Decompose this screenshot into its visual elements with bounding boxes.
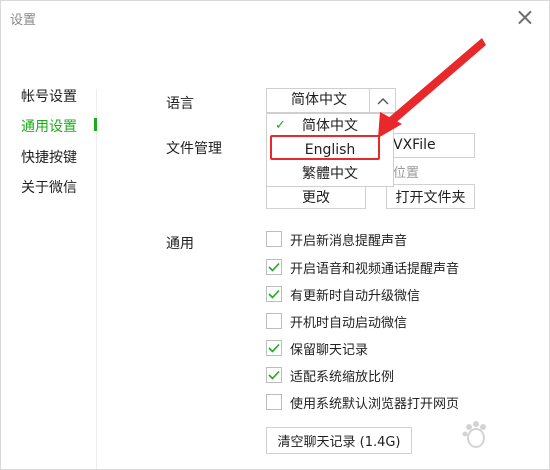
checkbox-checked[interactable]	[266, 259, 282, 275]
check-icon: ✓	[275, 118, 286, 133]
checkbox-checked[interactable]	[266, 367, 282, 383]
option-label: 开机时自动启动微信	[290, 315, 408, 331]
option-new-message-sound[interactable]: 开启新消息提醒声音	[266, 229, 407, 249]
chevron-up-icon[interactable]	[369, 89, 395, 112]
sidebar-item-general[interactable]: 通用设置	[21, 116, 77, 136]
language-select[interactable]: 简体中文	[266, 88, 396, 113]
file-path-hint: 位置	[393, 166, 420, 181]
checkbox[interactable]	[266, 313, 282, 329]
language-option-simplified[interactable]: ✓ 简体中文	[267, 114, 393, 138]
option-label: 开启新消息提醒声音	[290, 233, 408, 249]
window-title: 设置	[10, 13, 37, 28]
active-nav-marker	[94, 118, 97, 131]
language-selected-value: 简体中文	[291, 92, 347, 108]
option-label: 适配系统缩放比例	[290, 369, 395, 385]
option-label: 有更新时自动升级微信	[290, 288, 421, 304]
file-path-field: VXFile	[386, 133, 475, 158]
language-option-traditional[interactable]: 繁體中文	[267, 162, 393, 186]
language-label: 语言	[166, 96, 194, 112]
language-dropdown: ✓ 简体中文 English 繁體中文	[266, 113, 394, 187]
sidebar-divider	[96, 89, 97, 469]
checkbox[interactable]	[266, 231, 282, 247]
checkbox-checked[interactable]	[266, 340, 282, 356]
sidebar-item-about[interactable]: 关于微信	[21, 177, 77, 197]
file-management-label: 文件管理	[166, 141, 222, 157]
option-label: 使用系统默认浏览器打开网页	[290, 396, 460, 412]
language-option-english[interactable]: English	[267, 138, 393, 162]
option-label: English	[304, 142, 356, 158]
watermark-logo	[462, 421, 486, 448]
option-keep-history[interactable]: 保留聊天记录	[266, 338, 368, 358]
checkbox[interactable]	[266, 394, 282, 410]
settings-window: 设置 × 帐号设置 通用设置 快捷按键 关于微信 语言 简体中文 文件管理 VX…	[0, 0, 550, 470]
clear-history-button[interactable]: 清空聊天记录 (1.4G)	[266, 427, 412, 454]
sidebar-item-account[interactable]: 帐号设置	[21, 86, 77, 106]
checkbox-checked[interactable]	[266, 286, 282, 302]
option-call-sound[interactable]: 开启语音和视频通话提醒声音	[266, 257, 459, 277]
option-system-scaling[interactable]: 适配系统缩放比例	[266, 365, 394, 385]
close-icon[interactable]: ×	[515, 3, 535, 31]
open-folder-button[interactable]: 打开文件夹	[386, 184, 475, 209]
option-auto-start[interactable]: 开机时自动启动微信	[266, 311, 407, 331]
option-auto-update[interactable]: 有更新时自动升级微信	[266, 284, 420, 304]
sidebar-item-shortcuts[interactable]: 快捷按键	[21, 147, 77, 167]
option-label: 简体中文	[302, 118, 358, 134]
general-label: 通用	[166, 236, 194, 252]
option-label: 保留聊天记录	[290, 342, 369, 358]
option-label: 开启语音和视频通话提醒声音	[290, 261, 460, 277]
option-default-browser[interactable]: 使用系统默认浏览器打开网页	[266, 392, 459, 412]
option-label: 繁體中文	[302, 166, 358, 182]
change-button[interactable]: 更改	[266, 184, 366, 209]
